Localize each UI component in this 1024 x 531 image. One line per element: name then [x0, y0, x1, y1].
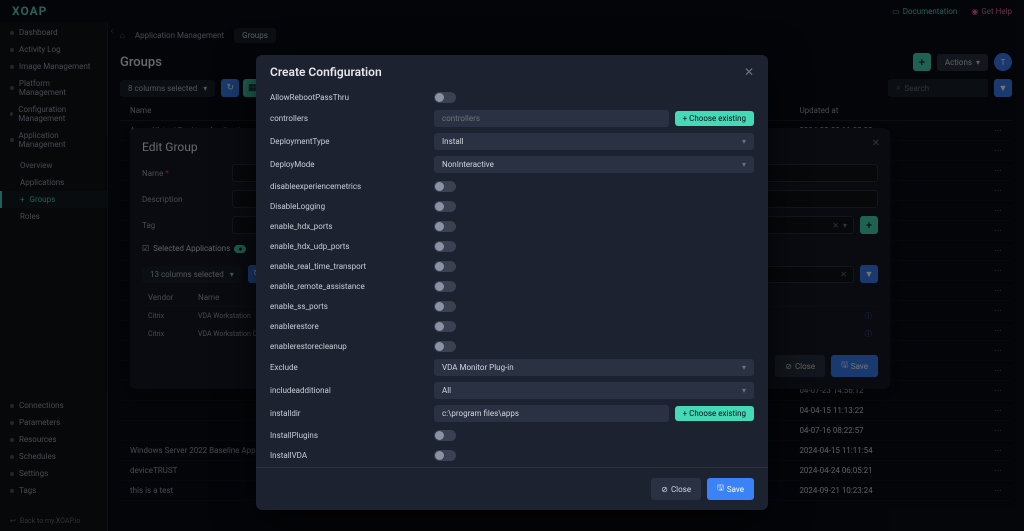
- label-enable-hdx-udp: enable_hdx_udp_ports: [270, 242, 434, 251]
- input-controllers[interactable]: controllers: [434, 110, 669, 127]
- input-installdir[interactable]: c:\program files\apps: [434, 405, 669, 422]
- create-config-modal: Create Configuration ✕ AllowRebootPassTh…: [256, 55, 768, 510]
- toggle-install-plugins[interactable]: [434, 430, 456, 441]
- toggle-enable-hdx[interactable]: [434, 221, 456, 232]
- save-icon: 🖫: [717, 482, 724, 496]
- toggle-enable-hdx-udp[interactable]: [434, 241, 456, 252]
- label-enable-restore-cleanup: enablerestorecleanup: [270, 342, 434, 351]
- label-enable-ss: enable_ss_ports: [270, 302, 434, 311]
- modal-title: Create Configuration: [270, 65, 382, 79]
- label-exclude: Exclude: [270, 363, 434, 372]
- select-exclude[interactable]: VDA Monitor Plug-in▾: [434, 359, 754, 376]
- select-deployment-type[interactable]: Install▾: [434, 133, 754, 150]
- choose-existing-controllers[interactable]: +Choose existing: [675, 111, 754, 126]
- toggle-disable-exp[interactable]: [434, 181, 456, 192]
- label-allow-reboot: AllowRebootPassThru: [270, 93, 434, 102]
- chevron-down-icon: ▾: [742, 160, 746, 169]
- chevron-down-icon: ▾: [742, 363, 746, 372]
- modal-close-button[interactable]: ⊘Close: [651, 478, 701, 500]
- select-deploy-mode[interactable]: NonInteractive▾: [434, 156, 754, 173]
- toggle-disable-logging[interactable]: [434, 201, 456, 212]
- toggle-enable-restore[interactable]: [434, 321, 456, 332]
- modal-save-button[interactable]: 🖫Save: [707, 478, 754, 500]
- label-include-add: includeadditional: [270, 386, 434, 395]
- label-disable-exp: disableexperiencemetrics: [270, 182, 434, 191]
- label-enable-hdx: enable_hdx_ports: [270, 222, 434, 231]
- choose-existing-installdir[interactable]: +Choose existing: [675, 406, 754, 421]
- toggle-enable-realtime[interactable]: [434, 261, 456, 272]
- label-enable-restore: enablerestore: [270, 322, 434, 331]
- label-deploy-mode: DeployMode: [270, 160, 434, 169]
- label-enable-realtime: enable_real_time_transport: [270, 262, 434, 271]
- label-enable-remote: enable_remote_assistance: [270, 282, 434, 291]
- label-install-plugins: InstallPlugins: [270, 431, 434, 440]
- label-installdir: installdir: [270, 409, 434, 418]
- x-icon: ⊘: [661, 485, 668, 494]
- label-disable-logging: DisableLogging: [270, 202, 434, 211]
- label-install-vda: InstallVDA: [270, 451, 434, 460]
- toggle-allow-reboot[interactable]: [434, 92, 456, 103]
- select-include-add[interactable]: All▾: [434, 382, 754, 399]
- label-controllers: controllers: [270, 114, 434, 123]
- chevron-down-icon: ▾: [742, 137, 746, 146]
- label-deployment-type: DeploymentType: [270, 137, 434, 146]
- toggle-install-vda[interactable]: [434, 450, 456, 461]
- modal-close-icon[interactable]: ✕: [744, 65, 754, 79]
- toggle-enable-ss[interactable]: [434, 301, 456, 312]
- toggle-enable-remote[interactable]: [434, 281, 456, 292]
- toggle-enable-restore-cleanup[interactable]: [434, 341, 456, 352]
- chevron-down-icon: ▾: [742, 386, 746, 395]
